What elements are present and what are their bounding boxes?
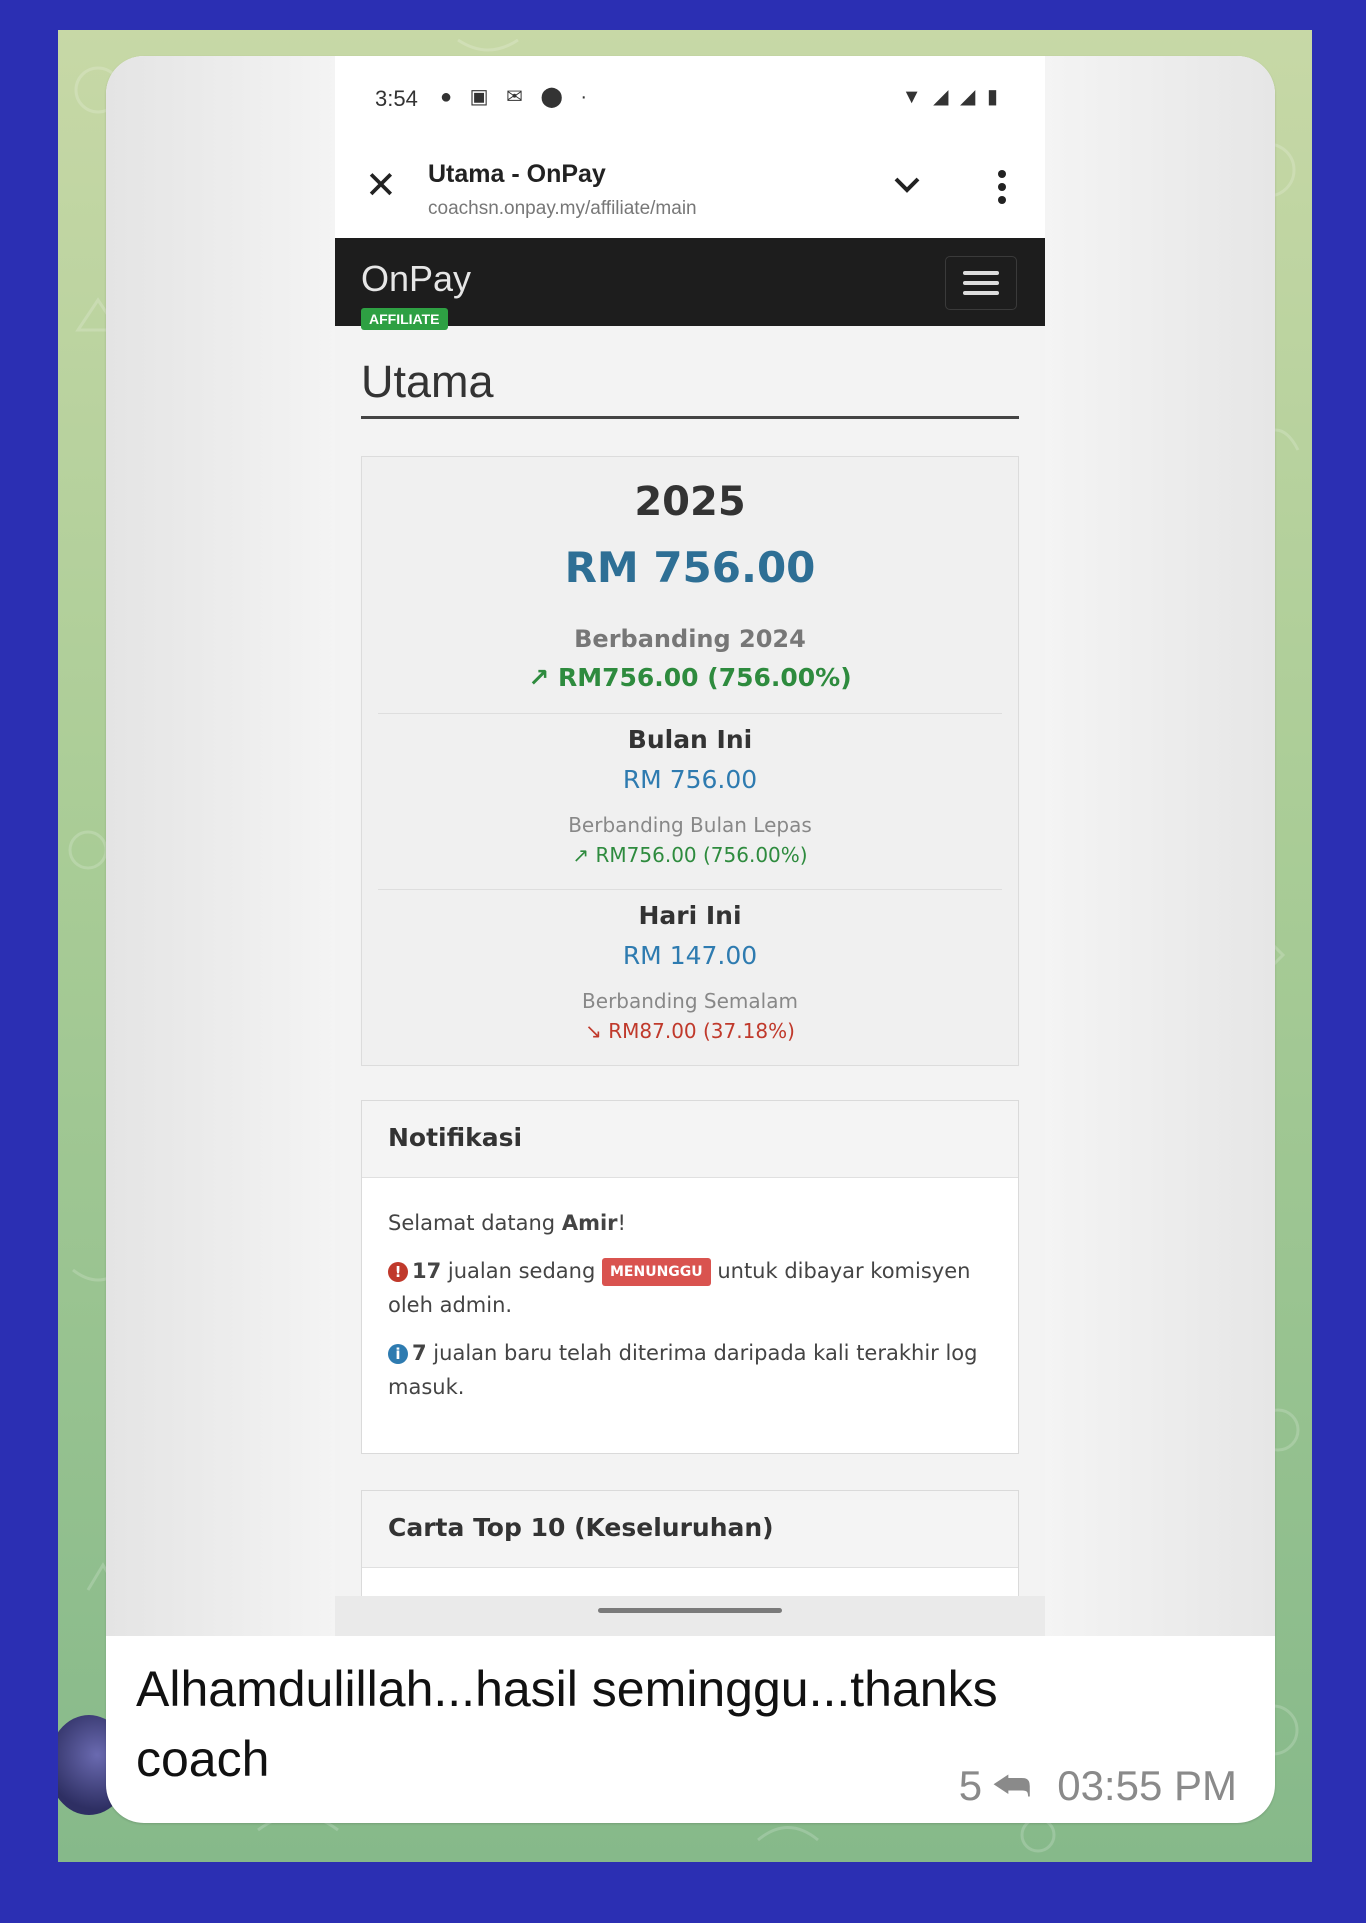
notification-icons: ● ▣ ✉ ⬤ · — [440, 84, 593, 109]
user-name: Amir — [561, 1211, 618, 1235]
attached-screenshot[interactable]: 3:54 ● ▣ ✉ ⬤ · ▼ ◢ ◢ ▮ ✕ Utama - OnPay c… — [106, 56, 1275, 1636]
compare-month-value: ↗ RM756.00 (756.00%) — [572, 843, 808, 867]
summary-year: 2025 — [634, 479, 746, 525]
compare-today-value: ↘ RM87.00 (37.18%) — [585, 1019, 795, 1043]
wifi-icon: ▼ — [901, 86, 925, 108]
onpay-navbar: OnPay AFFILIATE — [335, 238, 1045, 330]
title-divider — [361, 416, 1019, 419]
top10-header: Carta Top 10 (Keseluruhan) — [362, 1491, 1018, 1568]
dot-icon: · — [580, 86, 594, 108]
top10-panel: Carta Top 10 (Keseluruhan) — [361, 1490, 1019, 1612]
gesture-bar[interactable] — [598, 1608, 782, 1613]
battery-icon: ▮ — [986, 86, 1001, 108]
gesture-area — [335, 1596, 1045, 1636]
phone-status-bar: 3:54 ● ▣ ✉ ⬤ · ▼ ◢ ◢ ▮ — [335, 56, 1045, 144]
affiliate-badge: AFFILIATE — [361, 308, 448, 330]
year-amount: RM 756.00 — [564, 543, 816, 592]
more-options-icon[interactable] — [995, 168, 1009, 208]
youtube-icon: ▣ — [469, 86, 495, 108]
browser-toolbar: ✕ Utama - OnPay coachsn.onpay.my/affilia… — [335, 144, 1045, 238]
notifications-header: Notifikasi — [362, 1101, 1018, 1178]
signal-icon: ◢ — [960, 86, 979, 108]
phone-screenshot: 3:54 ● ▣ ✉ ⬤ · ▼ ◢ ◢ ▮ ✕ Utama - OnPay c… — [335, 56, 1045, 1636]
status-time: 3:54 — [375, 86, 418, 111]
month-label: Bulan Ini — [627, 725, 753, 754]
new-sales-notice: i7 jualan baru telah diterima daripada k… — [388, 1341, 978, 1399]
circle-icon: ⬤ — [540, 86, 569, 108]
chat-icon: ● — [440, 86, 459, 108]
top10-title: Carta Top 10 (Keseluruhan) — [388, 1513, 774, 1542]
message-bubble[interactable]: 3:54 ● ▣ ✉ ⬤ · ▼ ◢ ◢ ▮ ✕ Utama - OnPay c… — [106, 56, 1275, 1823]
alert-icon: ! — [388, 1262, 408, 1282]
compare-year-label: Berbanding 2024 — [574, 625, 806, 653]
today-label: Hari Ini — [638, 901, 742, 930]
compare-month-label: Berbanding Bulan Lepas — [568, 813, 812, 837]
compare-today-label: Berbanding Semalam — [582, 989, 798, 1013]
pending-badge: MENUNGGU — [602, 1258, 711, 1286]
page-title: Utama — [361, 356, 494, 407]
new-count: 7 — [412, 1341, 427, 1365]
notifications-title: Notifikasi — [388, 1123, 523, 1152]
info-icon: i — [388, 1344, 408, 1364]
today-amount: RM 147.00 — [622, 941, 758, 970]
hamburger-menu-icon[interactable] — [945, 256, 1017, 310]
divider — [378, 713, 1002, 714]
message-time: 03:55 PM — [1057, 1762, 1237, 1809]
welcome-message: Selamat datang Amir! — [388, 1211, 626, 1235]
month-amount: RM 756.00 — [622, 765, 758, 794]
pending-notice: ! 17 jualan sedang MENUNGGU untuk dibayar… — [388, 1258, 971, 1317]
browser-title: Utama - OnPay — [428, 160, 606, 188]
reply-count[interactable]: 5 — [959, 1762, 982, 1809]
close-icon[interactable]: ✕ — [365, 166, 397, 206]
pending-count: 17 — [412, 1259, 442, 1283]
notifications-panel: Notifikasi Selamat datang Amir! ! 17 jual… — [361, 1100, 1019, 1454]
notifications-body: Selamat datang Amir! ! 17 jualan sedang M… — [362, 1178, 1018, 1446]
compare-year-value: ↗ RM756.00 (756.00%) — [528, 663, 852, 692]
browser-url[interactable]: coachsn.onpay.my/affiliate/main — [428, 198, 697, 220]
chevron-down-icon[interactable] — [890, 168, 924, 202]
reply-icon[interactable]: ⮪ — [992, 1762, 1031, 1811]
signal-icon: ◢ — [933, 86, 952, 108]
onpay-logo[interactable]: OnPay — [361, 258, 471, 300]
message-meta: 5 ⮪ 03:55 PM — [959, 1762, 1237, 1811]
divider — [378, 889, 1002, 890]
gmail-icon: ✉ — [506, 86, 529, 108]
sales-summary-card: 2025 RM 756.00 Berbanding 2024 ↗ RM756.0… — [361, 456, 1019, 1066]
system-icons: ▼ ◢ ◢ ▮ — [902, 84, 1001, 109]
